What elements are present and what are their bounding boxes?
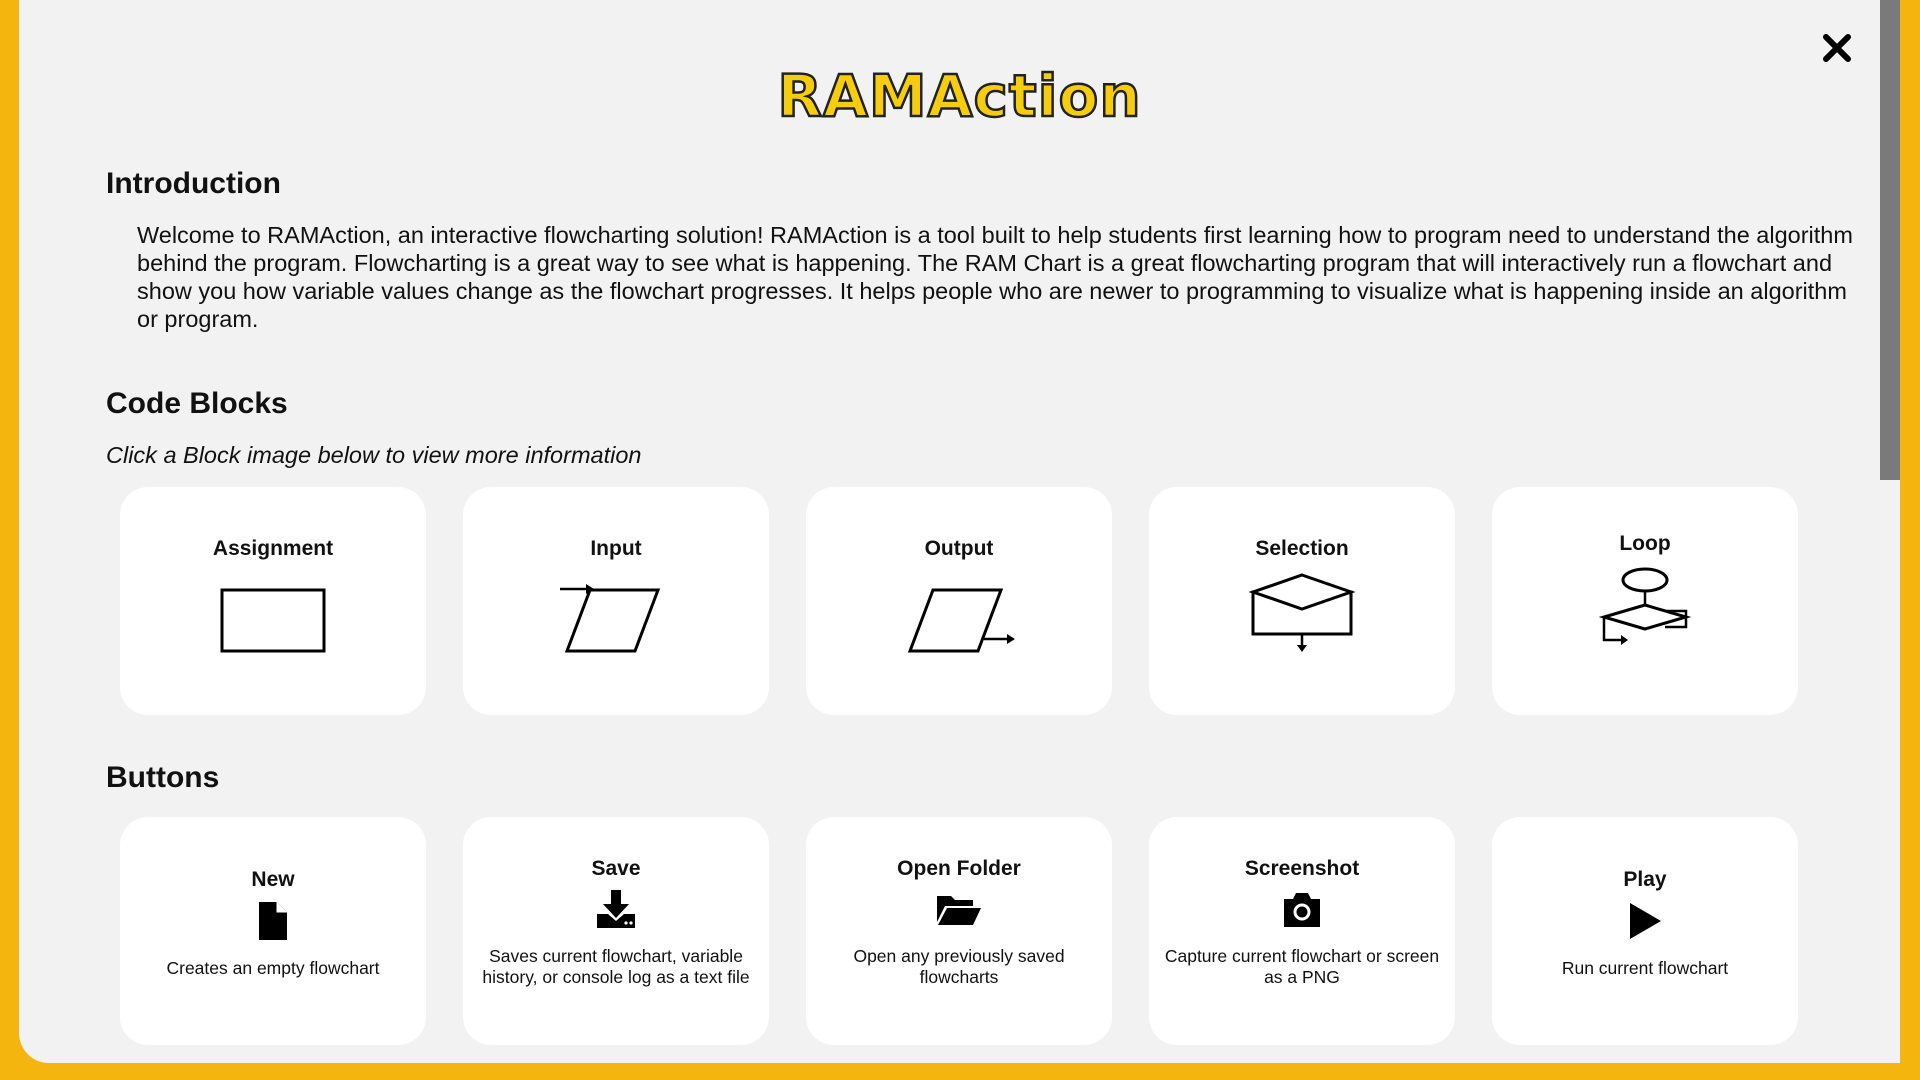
assignment-block-icon bbox=[120, 579, 426, 664]
file-icon bbox=[120, 900, 426, 947]
button-card-play[interactable]: Play Run current flowchart bbox=[1492, 817, 1798, 1045]
code-block-label: Loop bbox=[1619, 532, 1671, 555]
help-modal: RAMAction Introduction Welcome to RAMAct… bbox=[19, 0, 1900, 1063]
scrollbar[interactable] bbox=[1880, 0, 1900, 1063]
code-block-card-assignment[interactable]: Assignment bbox=[120, 487, 426, 715]
loop-block-icon bbox=[1492, 565, 1798, 670]
button-card-label: New bbox=[251, 868, 295, 891]
code-block-label: Output bbox=[924, 537, 994, 560]
introduction-heading: Introduction bbox=[106, 167, 281, 200]
button-card-label: Play bbox=[1623, 868, 1667, 891]
button-card-open-folder[interactable]: Open Folder Open any previously saved fl… bbox=[806, 817, 1112, 1045]
button-card-description: Run current flowchart bbox=[1561, 958, 1729, 978]
code-block-card-output[interactable]: Output bbox=[806, 487, 1112, 715]
code-block-label: Selection bbox=[1255, 537, 1349, 560]
output-block-icon bbox=[806, 579, 1112, 664]
code-block-card-selection[interactable]: Selection bbox=[1149, 487, 1455, 715]
code-block-label: Assignment bbox=[212, 537, 334, 560]
play-icon bbox=[1492, 901, 1798, 946]
button-card-label: Open Folder bbox=[897, 857, 1021, 880]
button-card-label: Save bbox=[591, 857, 641, 880]
close-button[interactable] bbox=[1819, 30, 1855, 66]
camera-icon bbox=[1149, 891, 1455, 934]
introduction-text: Welcome to RAMAction, an interactive flo… bbox=[137, 222, 1853, 332]
download-icon bbox=[463, 888, 769, 935]
button-card-screenshot[interactable]: Screenshot Capture current flowchart or … bbox=[1149, 817, 1455, 1045]
button-card-description: Capture current flowchart or screen as a… bbox=[1164, 946, 1440, 987]
button-card-new[interactable]: New Creates an empty flowchart bbox=[120, 817, 426, 1045]
buttons-heading: Buttons bbox=[106, 761, 220, 794]
app-title: RAMAction bbox=[776, 61, 1142, 132]
code-block-card-loop[interactable]: Loop bbox=[1492, 487, 1798, 715]
button-card-description: Creates an empty flowchart bbox=[166, 958, 380, 978]
close-icon bbox=[1823, 34, 1851, 62]
button-card-label: Screenshot bbox=[1244, 857, 1360, 880]
button-card-description: Saves current flowchart, variable histor… bbox=[482, 946, 750, 987]
code-block-label: Input bbox=[590, 537, 642, 560]
code-blocks-heading: Code Blocks bbox=[106, 387, 288, 420]
code-block-card-input[interactable]: Input bbox=[463, 487, 769, 715]
input-block-icon bbox=[463, 579, 769, 664]
button-card-save[interactable]: Save Saves current flowchart, variable h… bbox=[463, 817, 769, 1045]
selection-block-icon bbox=[1149, 569, 1455, 664]
folder-open-icon bbox=[806, 892, 1112, 933]
code-blocks-hint: Click a Block image below to view more i… bbox=[106, 442, 642, 468]
button-card-description: Open any previously saved flowcharts bbox=[853, 946, 1065, 987]
